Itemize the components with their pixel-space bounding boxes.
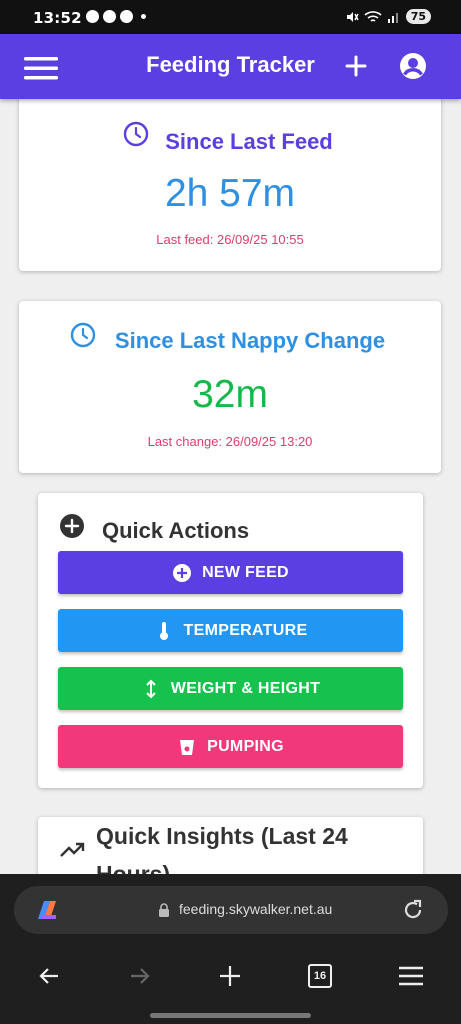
add-circle-icon xyxy=(60,514,84,538)
temperature-button[interactable]: TEMPERATURE xyxy=(58,609,403,652)
thermometer-icon xyxy=(159,621,168,640)
cup-icon xyxy=(180,739,195,755)
new-feed-label: NEW FEED xyxy=(202,563,289,581)
last-change-time: Last change: 26/09/25 13:20 xyxy=(147,434,313,449)
temperature-label: TEMPERATURE xyxy=(183,621,308,639)
reload-icon[interactable] xyxy=(401,898,425,922)
notification-icons xyxy=(86,10,146,23)
since-last-feed-value: 2h 57m xyxy=(164,172,296,215)
trending-up-icon xyxy=(60,842,85,857)
url-text: feeding.skywalker.net.au xyxy=(179,901,333,917)
menu-icon xyxy=(399,966,423,986)
tabs-button[interactable]: 16 xyxy=(306,962,334,990)
browser-menu-button[interactable] xyxy=(397,962,425,990)
pumping-button[interactable]: PUMPING xyxy=(58,725,403,768)
messenger-icon xyxy=(120,10,133,23)
back-arrow-icon xyxy=(39,968,58,984)
since-last-nappy-heading: Since Last Nappy Change xyxy=(114,328,386,353)
since-last-feed-card: Since Last Feed 2h 57m Last feed: 26/09/… xyxy=(19,99,441,271)
signal-icon xyxy=(387,12,398,23)
since-last-nappy-value: 32m xyxy=(192,373,268,416)
plus-circle-icon xyxy=(173,563,192,582)
add-icon[interactable] xyxy=(343,53,369,79)
since-last-nappy-card: Since Last Nappy Change 32m Last change:… xyxy=(19,301,441,473)
new-feed-button[interactable]: NEW FEED xyxy=(58,551,403,594)
lock-icon xyxy=(159,903,169,917)
since-last-feed-heading: Since Last Feed xyxy=(165,129,333,154)
pumping-label: PUMPING xyxy=(207,737,284,755)
forward-button[interactable] xyxy=(126,962,154,990)
address-bar[interactable]: feeding.skywalker.net.au xyxy=(14,886,448,934)
weight-height-button[interactable]: WEIGHT & HEIGHT xyxy=(58,667,403,710)
forward-arrow-icon xyxy=(131,968,150,984)
plus-icon xyxy=(220,966,240,986)
status-bar: 13:52 75 xyxy=(0,0,461,34)
status-time: 13:52 xyxy=(33,9,82,27)
mute-icon xyxy=(346,11,359,22)
more-notifications-dot-icon xyxy=(141,14,146,19)
wifi-icon xyxy=(364,10,382,22)
battery-level: 75 xyxy=(405,9,431,24)
tab-count: 16 xyxy=(308,964,332,988)
main-content[interactable]: Since Last Feed 2h 57m Last feed: 26/09/… xyxy=(0,99,461,874)
quick-insights-title: Quick Insights (Last 24 Hours) xyxy=(96,823,348,874)
vertical-arrows-icon xyxy=(146,679,156,698)
account-icon[interactable] xyxy=(399,52,427,80)
back-button[interactable] xyxy=(35,962,63,990)
app-bar: Feeding Tracker xyxy=(0,34,461,99)
last-feed-time: Last feed: 26/09/25 10:55 xyxy=(156,232,304,247)
app-title: Feeding Tracker xyxy=(146,52,315,77)
messenger-icon xyxy=(103,10,116,23)
home-indicator xyxy=(150,1013,311,1018)
system-icons: 75 xyxy=(345,9,431,24)
new-tab-button[interactable] xyxy=(216,962,244,990)
browser-bottom-bar: feeding.skywalker.net.au 16 xyxy=(0,874,461,1024)
quick-actions-title: Quick Actions xyxy=(102,518,250,543)
quick-insights-card: Quick Insights (Last 24 Hours) xyxy=(38,817,423,874)
copilot-icon[interactable] xyxy=(34,897,62,923)
weight-height-label: WEIGHT & HEIGHT xyxy=(170,679,321,697)
quick-actions-card: Quick Actions NEW FEED TEMPERATURE WEIGH… xyxy=(38,493,423,788)
notification-app-icon xyxy=(86,10,99,23)
